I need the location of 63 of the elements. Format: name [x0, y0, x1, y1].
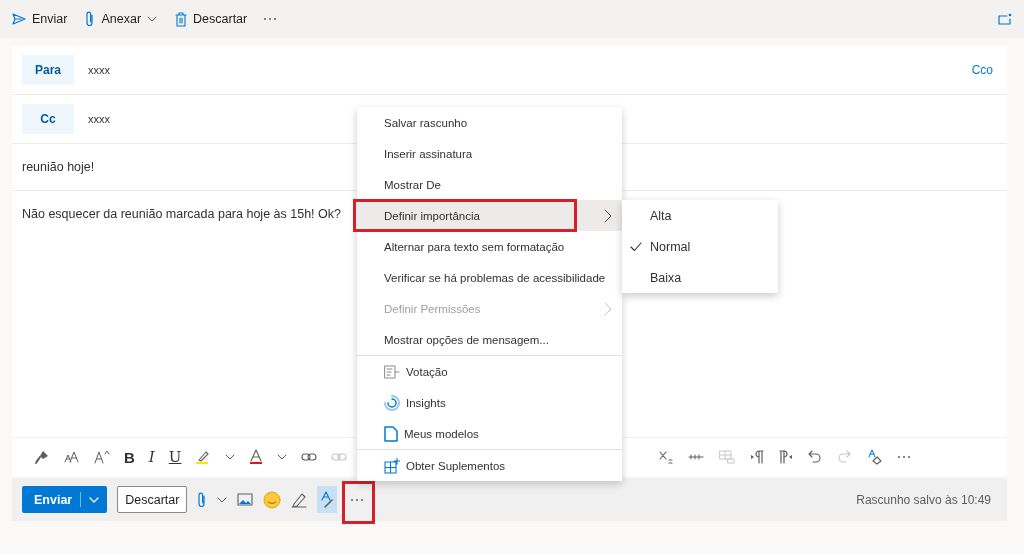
image-icon[interactable] — [237, 493, 254, 506]
font-size-icon[interactable] — [64, 450, 80, 464]
menu-item[interactable]: Meus modelos — [357, 418, 622, 449]
checkmark-icon — [630, 241, 642, 252]
menu-item[interactable]: Verificar se há problemas de acessibilidade — [357, 262, 622, 293]
bold-button[interactable]: B — [124, 448, 135, 466]
bcc-link[interactable]: Cco — [971, 63, 993, 77]
editor-icon — [320, 490, 335, 509]
menu-item[interactable]: Mostrar De — [357, 169, 622, 200]
recipient-label-button[interactable]: Para — [22, 55, 74, 85]
submenu-item[interactable]: Baixa — [622, 262, 778, 293]
attach-button[interactable]: Anexar — [83, 7, 160, 31]
pen-icon[interactable] — [291, 491, 308, 508]
chevron-icon — [604, 301, 612, 316]
send-button[interactable]: Enviar — [10, 8, 70, 30]
caret-icon — [147, 16, 158, 22]
editor-button[interactable] — [317, 486, 338, 513]
trash-icon — [175, 11, 188, 27]
message-body: Não esquecer da reunião marcada para hoje às 15h! Ok? — [22, 207, 341, 221]
more-icon[interactable] — [263, 17, 278, 21]
caret-icon — [89, 496, 100, 503]
right-to-left-icon[interactable] — [779, 450, 793, 464]
clear-formatting-icon[interactable] — [866, 449, 882, 465]
menu-item[interactable]: Votação — [357, 356, 622, 387]
caret-icon[interactable] — [277, 454, 288, 460]
grow-font-icon[interactable] — [94, 450, 110, 464]
recipient-value: xxxx — [88, 64, 110, 76]
link-icon[interactable] — [301, 451, 318, 463]
document-icon — [384, 425, 398, 442]
italic-button[interactable]: I — [148, 448, 155, 466]
pop-out-icon[interactable] — [998, 13, 1012, 25]
more-icon[interactable] — [897, 455, 911, 459]
paperclip-icon[interactable] — [197, 491, 208, 508]
subscript-icon[interactable] — [659, 450, 673, 464]
paperclip-icon — [85, 11, 96, 27]
caret-icon[interactable] — [225, 454, 236, 460]
menu-item[interactable]: Mostrar opções de mensagem... — [357, 324, 622, 355]
menu-item[interactable]: Alternar para texto sem formatação — [357, 231, 622, 262]
undo-icon[interactable] — [808, 450, 822, 464]
insights-icon — [384, 394, 400, 411]
caret-icon[interactable] — [217, 496, 228, 503]
subject-text: reunião hoje! — [22, 160, 95, 174]
menu-item[interactable]: Inserir assinatura — [357, 138, 622, 169]
menu-item[interactable]: Salvar rascunho — [357, 107, 622, 138]
left-to-right-icon[interactable] — [750, 450, 764, 464]
poll-icon — [384, 364, 400, 379]
discard-button[interactable]: Descartar — [173, 7, 250, 31]
menu-item[interactable]: Obter Suplementos — [357, 450, 622, 481]
submenu-item[interactable]: Alta — [622, 200, 778, 231]
underline-button[interactable]: U — [168, 448, 182, 466]
font-color-icon[interactable] — [249, 449, 264, 465]
more-icon — [350, 497, 365, 502]
grid-icon — [384, 457, 400, 474]
chevron-icon — [604, 208, 612, 223]
submenu-item[interactable]: Normal — [622, 231, 778, 262]
send-button[interactable]: Enviar — [22, 486, 108, 513]
recipient-value: xxxx — [88, 113, 110, 125]
draft-status: Rascunho salvo às 10:49 — [856, 492, 991, 507]
strikethrough-icon[interactable] — [688, 453, 704, 461]
discard-button[interactable]: Descartar — [117, 486, 188, 513]
recipient-label-button[interactable]: Cc — [22, 104, 74, 134]
send-icon — [12, 13, 26, 25]
menu-item[interactable]: Insights — [357, 387, 622, 418]
